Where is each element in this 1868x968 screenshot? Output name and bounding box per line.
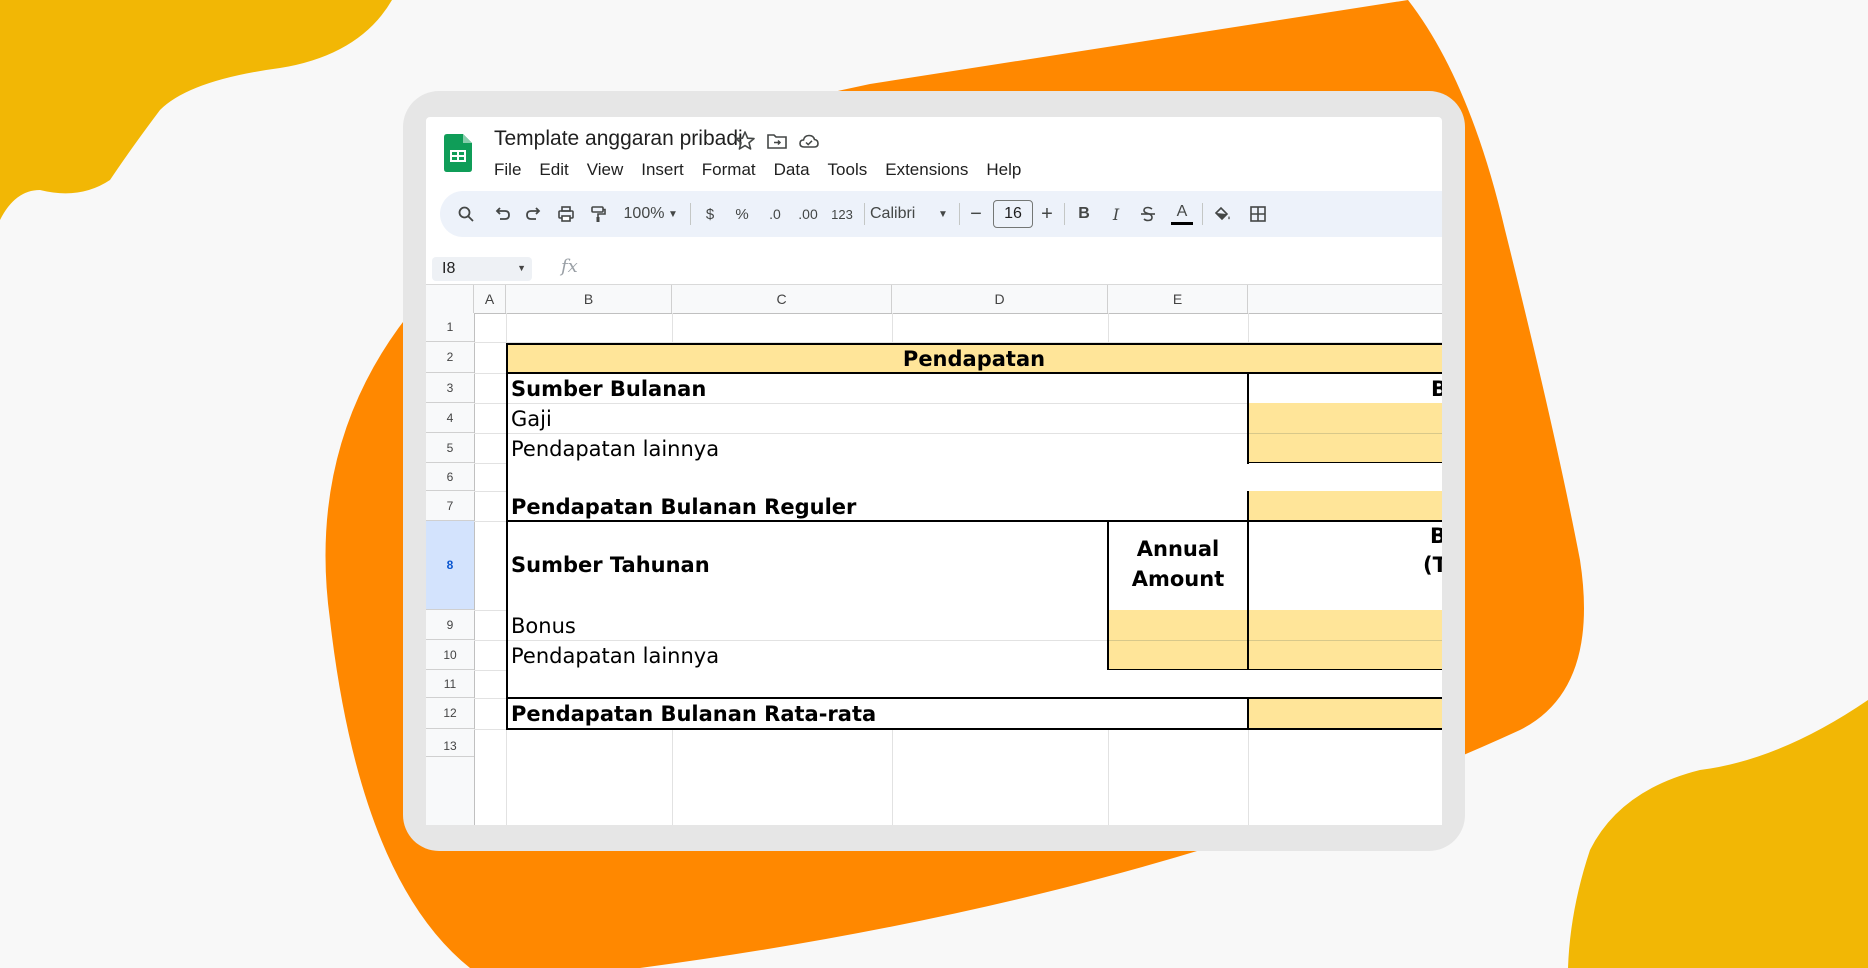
spreadsheet-window: Template anggaran pribadi File Edit View… [426, 117, 1442, 825]
text-color-swatch [1171, 222, 1193, 225]
yellow-blob-top-left [0, 0, 392, 220]
increase-font-size-icon[interactable]: + [1036, 191, 1058, 237]
menu-bar: File Edit View Insert Format Data Tools … [494, 160, 1039, 182]
yellow-blob-bottom-right [1568, 700, 1868, 968]
font-select[interactable]: Calibri [870, 191, 930, 237]
menu-insert[interactable]: Insert [641, 160, 684, 182]
row-header[interactable]: 3 [426, 373, 474, 403]
row-header[interactable]: 13 [426, 729, 474, 757]
menu-help[interactable]: Help [986, 160, 1021, 182]
borders-icon[interactable] [1244, 191, 1272, 237]
name-box-chevron-down-icon: ▼ [517, 263, 526, 273]
strikethrough-icon[interactable] [1136, 191, 1160, 237]
font-size-input[interactable]: 16 [993, 200, 1033, 228]
column-header-e[interactable]: E [1108, 285, 1248, 313]
zoom-chevron-down-icon[interactable]: ▼ [666, 191, 680, 237]
menu-data[interactable]: Data [774, 160, 810, 182]
column-header-row: A B C D E [426, 284, 1442, 314]
fx-icon: fx [561, 256, 578, 277]
cell-pendapatan-bulanan-reguler: Pendapatan Bulanan Reguler [511, 495, 857, 519]
decrease-font-size-icon[interactable]: − [966, 191, 986, 237]
more-formats-button[interactable]: 123 [826, 191, 858, 237]
cloud-status-icon[interactable] [798, 130, 820, 152]
cell-pendapatan-lainnya: Pendapatan lainnya [511, 437, 720, 461]
column-header-a[interactable]: A [474, 285, 506, 313]
cell-annual-line2: Amount [1131, 567, 1225, 591]
search-icon[interactable] [452, 191, 480, 237]
row-header[interactable]: 2 [426, 342, 474, 373]
bold-button[interactable]: B [1072, 191, 1096, 237]
column-header-b[interactable]: B [506, 285, 672, 313]
menu-tools[interactable]: Tools [828, 160, 868, 182]
cell-pendapatan-bulanan-rata-rata: Pendapatan Bulanan Rata-rata [511, 702, 877, 726]
menu-edit[interactable]: Edit [539, 160, 568, 182]
font-chevron-down-icon[interactable]: ▼ [936, 191, 950, 237]
menu-view[interactable]: View [587, 160, 624, 182]
percent-format-button[interactable]: % [730, 191, 754, 237]
cell-gaji: Gaji [511, 407, 552, 431]
cell-annual-line1: Annual [1136, 537, 1220, 561]
italic-button[interactable]: I [1104, 191, 1128, 237]
row-header-selected[interactable]: 8 [426, 521, 474, 610]
column-header-d[interactable]: D [892, 285, 1108, 313]
row-header[interactable]: 1 [426, 313, 474, 342]
row-header[interactable]: 7 [426, 491, 474, 521]
column-header-c[interactable]: C [672, 285, 892, 313]
fill-color-icon[interactable] [1208, 191, 1236, 237]
redo-icon[interactable] [520, 191, 548, 237]
cell-annual-partial-line2: (T [1423, 553, 1442, 577]
paint-format-icon[interactable] [584, 191, 612, 237]
column-header-f[interactable] [1248, 285, 1442, 313]
row-header[interactable]: 11 [426, 670, 474, 698]
row-header[interactable]: 4 [426, 403, 474, 433]
cell-pendapatan-header: Pendapatan [902, 347, 1046, 371]
print-icon[interactable] [552, 191, 580, 237]
row-header[interactable]: 5 [426, 433, 474, 463]
document-title[interactable]: Template anggaran pribadi [494, 127, 743, 151]
row-header[interactable]: 6 [426, 463, 474, 491]
cell-bonus: Bonus [511, 614, 576, 638]
text-color-button[interactable]: A [1168, 191, 1196, 237]
zoom-select[interactable]: 100% [620, 191, 668, 237]
menu-file[interactable]: File [494, 160, 521, 182]
star-icon[interactable] [734, 130, 756, 152]
text-color-letter: A [1176, 203, 1188, 220]
cell-sumber-bulanan: Sumber Bulanan [511, 377, 707, 401]
row-header[interactable]: 12 [426, 698, 474, 729]
row-header-column: 1 2 3 4 5 6 7 8 9 10 11 12 13 [426, 313, 475, 825]
cell-sumber-tahunan: Sumber Tahunan [511, 553, 710, 577]
currency-format-button[interactable]: $ [698, 191, 722, 237]
row-header[interactable]: 10 [426, 640, 474, 670]
increase-decimal-button[interactable]: .00 [792, 191, 824, 237]
menu-extensions[interactable]: Extensions [885, 160, 968, 182]
google-sheets-logo-icon[interactable] [444, 134, 472, 172]
menu-format[interactable]: Format [702, 160, 756, 182]
cell-annual-partial-line1: B [1430, 524, 1442, 548]
cell-pendapatan-lainnya-annual: Pendapatan lainnya [511, 644, 720, 668]
name-box[interactable]: I8 ▼ [426, 254, 540, 284]
toolbar: 100% ▼ $ % .0 .00 123 Calibri ▼ − 16 + B… [440, 191, 1442, 237]
select-all-corner[interactable] [426, 285, 474, 313]
undo-icon[interactable] [488, 191, 516, 237]
row-header[interactable]: 9 [426, 610, 474, 640]
move-to-folder-icon[interactable] [766, 130, 788, 152]
cell-monthly-col-header: B [1431, 377, 1442, 401]
decrease-decimal-button[interactable]: .0 [760, 191, 790, 237]
regular-total-cell[interactable] [1248, 491, 1442, 521]
cell-reference: I8 [442, 260, 456, 277]
average-total-cell[interactable] [1248, 698, 1442, 729]
